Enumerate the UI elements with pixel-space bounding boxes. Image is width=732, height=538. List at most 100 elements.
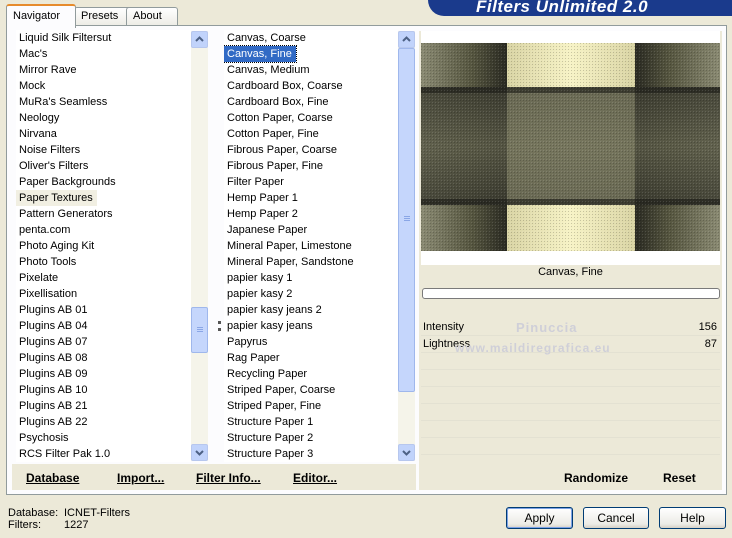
reset-button[interactable]: Reset: [663, 471, 696, 485]
filter-item[interactable]: Cotton Paper, Fine: [224, 128, 319, 140]
category-item[interactable]: Paper Textures: [16, 190, 97, 206]
filter-item[interactable]: Canvas, Medium: [224, 64, 310, 76]
filter-item[interactable]: Cardboard Box, Fine: [224, 96, 329, 108]
app-title: Filters Unlimited 2.0: [476, 0, 649, 16]
filter-item[interactable]: Rag Paper: [224, 352, 280, 364]
category-row: Plugins AB 04: [16, 318, 191, 334]
category-item[interactable]: Photo Tools: [16, 256, 76, 268]
filter-item[interactable]: Hemp Paper 1: [224, 192, 298, 204]
filter-item[interactable]: papier kasy 2: [224, 288, 292, 300]
filter-item[interactable]: Structure Paper 2: [224, 432, 313, 444]
category-item[interactable]: Liquid Silk Filtersut: [16, 32, 111, 44]
filter-row: Hemp Paper 1: [224, 190, 398, 206]
param-label: Intensity: [423, 321, 464, 333]
import-button[interactable]: Import...: [117, 471, 164, 485]
category-row: Mac's: [16, 46, 191, 62]
filter-item[interactable]: Mineral Paper, Limestone: [224, 240, 352, 252]
filter-info-button[interactable]: Filter Info...: [196, 471, 261, 485]
category-item[interactable]: Plugins AB 01: [16, 304, 88, 316]
category-scroll-thumb[interactable]: [191, 307, 208, 353]
filter-item[interactable]: Papyrus: [224, 336, 267, 348]
filter-row: papier kasy jeans 2: [224, 302, 398, 318]
category-item[interactable]: Oliver's Filters: [16, 160, 88, 172]
randomize-button[interactable]: Randomize: [564, 471, 628, 485]
category-row: Plugins AB 10: [16, 382, 191, 398]
preview-bottom-strip: [421, 251, 720, 265]
filter-item[interactable]: Cardboard Box, Coarse: [224, 80, 343, 92]
filter-item[interactable]: Canvas, Coarse: [224, 32, 306, 44]
filter-scroll-thumb[interactable]: [398, 48, 415, 392]
filter-row: Fibrous Paper, Fine: [224, 158, 398, 174]
category-item[interactable]: Neology: [16, 112, 59, 124]
category-row: Plugins AB 07: [16, 334, 191, 350]
filter-scrollbar[interactable]: [398, 31, 415, 461]
category-item[interactable]: Nirvana: [16, 128, 57, 140]
param-row-empty: [421, 438, 720, 455]
filter-item[interactable]: papier kasy jeans: [224, 320, 313, 332]
category-item[interactable]: MuRa's Seamless: [16, 96, 107, 108]
category-item[interactable]: Plugins AB 09: [16, 368, 88, 380]
category-item[interactable]: Photo Aging Kit: [16, 240, 94, 252]
filter-row: Recycling Paper: [224, 366, 398, 382]
category-item[interactable]: Pattern Generators: [16, 208, 113, 220]
category-row: RCS Filter Pak 1.0: [16, 446, 191, 462]
filter-row: Structure Paper 2: [224, 430, 398, 446]
filter-list[interactable]: Canvas, Coarse Canvas, Fine Canvas, Medium…: [224, 30, 398, 462]
category-item[interactable]: Plugins AB 04: [16, 320, 88, 332]
category-item[interactable]: Pixellisation: [16, 288, 77, 300]
drag-handle-icon: [218, 321, 225, 331]
category-item[interactable]: RCS Filter Pak 1.0: [16, 448, 110, 460]
category-item[interactable]: Pixelate: [16, 272, 58, 284]
filter-item[interactable]: Striped Paper, Coarse: [224, 384, 335, 396]
filter-item[interactable]: Recycling Paper: [224, 368, 307, 380]
category-list[interactable]: Liquid Silk Filtersut Mac's Mirror Rave Moc…: [16, 30, 191, 462]
category-item[interactable]: Plugins AB 22: [16, 416, 88, 428]
category-scrollbar[interactable]: [191, 31, 208, 461]
filter-row: papier kasy 2: [224, 286, 398, 302]
filter-item[interactable]: Cotton Paper, Coarse: [224, 112, 333, 124]
tab-navigator[interactable]: Navigator: [6, 4, 76, 28]
filter-item[interactable]: Structure Paper 1: [224, 416, 313, 428]
cancel-button[interactable]: Cancel: [583, 507, 649, 529]
current-filter-name: Canvas, Fine: [538, 266, 603, 278]
scroll-up-icon[interactable]: [191, 31, 208, 48]
filter-row: Cardboard Box, Fine: [224, 94, 398, 110]
category-item[interactable]: penta.com: [16, 224, 70, 236]
category-row: Psychosis: [16, 430, 191, 446]
editor-button[interactable]: Editor...: [293, 471, 337, 485]
category-item[interactable]: Paper Backgrounds: [16, 176, 116, 188]
category-item[interactable]: Noise Filters: [16, 144, 80, 156]
filter-item[interactable]: Fibrous Paper, Fine: [224, 160, 323, 172]
scroll-up-icon[interactable]: [398, 31, 415, 48]
filter-item[interactable]: Hemp Paper 2: [224, 208, 298, 220]
help-button[interactable]: Help: [659, 507, 726, 529]
category-item[interactable]: Plugins AB 08: [16, 352, 88, 364]
progress-bar: [422, 288, 720, 299]
filter-item[interactable]: Mineral Paper, Sandstone: [224, 256, 354, 268]
filter-item[interactable]: Japanese Paper: [224, 224, 307, 236]
database-button[interactable]: Database: [26, 471, 79, 485]
filter-row: Mineral Paper, Sandstone: [224, 254, 398, 270]
filter-item[interactable]: Fibrous Paper, Coarse: [224, 144, 337, 156]
category-item[interactable]: Mac's: [16, 48, 47, 60]
category-item[interactable]: Plugins AB 10: [16, 384, 88, 396]
filter-item[interactable]: papier kasy 1: [224, 272, 292, 284]
category-item[interactable]: Plugins AB 07: [16, 336, 88, 348]
category-row: Pixellisation: [16, 286, 191, 302]
tab-about[interactable]: About: [126, 7, 178, 26]
tab-presets[interactable]: Presets: [74, 7, 132, 26]
filter-item[interactable]: papier kasy jeans 2: [224, 304, 322, 316]
filter-item[interactable]: Filter Paper: [224, 176, 284, 188]
filter-item[interactable]: Structure Paper 3: [224, 448, 313, 460]
filter-item[interactable]: Striped Paper, Fine: [224, 400, 321, 412]
apply-button[interactable]: Apply: [506, 507, 573, 529]
category-item[interactable]: Plugins AB 21: [16, 400, 88, 412]
category-item[interactable]: Mirror Rave: [16, 64, 76, 76]
scroll-down-icon[interactable]: [398, 444, 415, 461]
category-row: Mirror Rave: [16, 62, 191, 78]
filter-item[interactable]: Canvas, Fine: [224, 45, 297, 63]
category-item[interactable]: Mock: [16, 80, 45, 92]
category-item[interactable]: Psychosis: [16, 432, 69, 444]
scroll-down-icon[interactable]: [191, 444, 208, 461]
category-row: MuRa's Seamless: [16, 94, 191, 110]
